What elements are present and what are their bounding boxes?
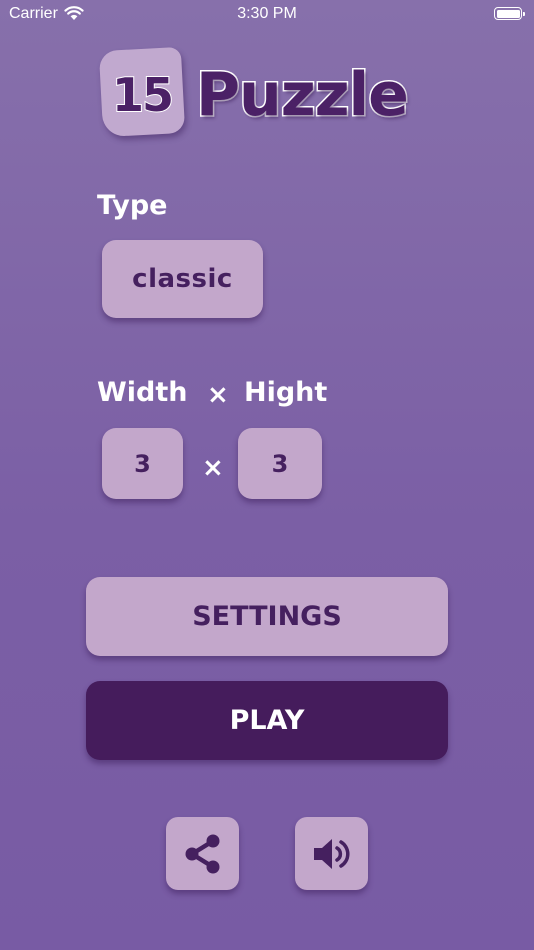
- status-time: 3:30 PM: [237, 5, 297, 22]
- type-button[interactable]: classic: [102, 240, 263, 318]
- sound-button[interactable]: [295, 817, 368, 890]
- share-button[interactable]: [166, 817, 239, 890]
- width-value: 3: [134, 449, 151, 478]
- settings-label: SETTINGS: [192, 601, 342, 632]
- hight-stepper[interactable]: 3: [238, 428, 322, 499]
- battery-icon: [494, 7, 525, 20]
- logo-number: 15: [111, 68, 175, 122]
- width-label: Width: [97, 377, 188, 408]
- type-value: classic: [132, 264, 233, 294]
- share-icon: [185, 834, 219, 873]
- play-label: PLAY: [229, 705, 305, 736]
- size-separator: ×: [202, 453, 224, 483]
- logo-title: Puzzle: [195, 59, 411, 132]
- play-button[interactable]: PLAY: [86, 681, 448, 760]
- width-stepper[interactable]: 3: [102, 428, 183, 499]
- type-label: Type: [97, 190, 168, 221]
- hight-value: 3: [271, 449, 289, 478]
- status-bar: Carrier 3:30 PM: [0, 0, 534, 28]
- hight-label: Hight: [244, 377, 328, 408]
- size-separator-label: ×: [207, 380, 229, 410]
- settings-button[interactable]: SETTINGS: [86, 577, 448, 656]
- speaker-icon: [313, 838, 350, 869]
